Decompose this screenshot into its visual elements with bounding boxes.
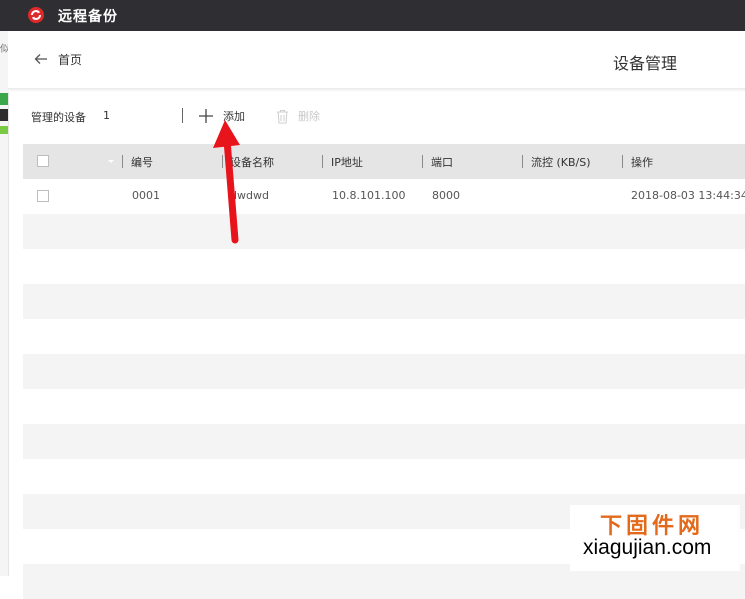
empty-table-row: [23, 249, 745, 284]
empty-table-row: [23, 214, 745, 249]
background-green-block: [0, 93, 8, 105]
empty-table-row: [23, 389, 745, 424]
empty-table-row: [23, 284, 745, 319]
arrow-left-icon[interactable]: [33, 51, 49, 67]
column-divider: [622, 155, 623, 168]
column-header-action[interactable]: 操作: [631, 154, 653, 170]
watermark-domain: xiagujian.com: [583, 536, 712, 559]
managed-devices-label: 管理的设备: [31, 111, 86, 124]
managed-devices-count: 1: [103, 109, 110, 122]
column-header-port[interactable]: 端口: [431, 154, 453, 170]
row-checkbox[interactable]: [37, 190, 49, 202]
column-header-flow[interactable]: 流控 (KB/S): [531, 154, 591, 170]
annotation-arrow-icon: [213, 120, 240, 244]
cell-port: 8000: [432, 189, 460, 202]
watermark: 下固件网 xiagujian.com: [570, 505, 740, 571]
window-title: 远程备份: [58, 9, 118, 25]
empty-table-row: [23, 424, 745, 459]
home-link[interactable]: 首页: [58, 51, 82, 68]
refresh-logo-icon: [28, 7, 44, 23]
empty-table-row: [23, 319, 745, 354]
cell-ip: 10.8.101.100: [332, 189, 406, 202]
delete-device-label: 删除: [298, 110, 320, 123]
column-divider: [122, 155, 123, 168]
column-divider: [422, 155, 423, 168]
column-header-ip[interactable]: IP地址: [331, 154, 363, 170]
table-header: 编号 设备名称 IP地址 端口 流控 (KB/S) 操作: [23, 144, 745, 179]
page-title: 设备管理: [613, 54, 678, 73]
column-header-id[interactable]: 编号: [131, 154, 153, 170]
column-divider: [522, 155, 523, 168]
empty-table-row: [23, 459, 745, 494]
background-dark-block: [0, 109, 8, 121]
toolbar-divider: [182, 108, 183, 123]
column-divider: [322, 155, 323, 168]
background-window-edge: 似: [0, 31, 10, 576]
cell-id: 0001: [132, 189, 160, 202]
title-bar: 远程备份: [0, 0, 745, 31]
sort-caret-icon[interactable]: [108, 160, 114, 163]
select-all-checkbox[interactable]: [37, 155, 49, 167]
table-row[interactable]: 0001 dwdwd 10.8.101.100 8000 2018-08-03 …: [23, 179, 745, 214]
page-header: 首页 设备管理: [8, 31, 745, 89]
cell-action-time: 2018-08-03 13:44:34: [631, 189, 745, 202]
header-divider: [8, 88, 745, 92]
trash-icon: [277, 109, 288, 123]
empty-table-row: [23, 354, 745, 389]
delete-device-button[interactable]: 删除: [276, 105, 320, 127]
background-lightgreen-block: [0, 126, 8, 134]
